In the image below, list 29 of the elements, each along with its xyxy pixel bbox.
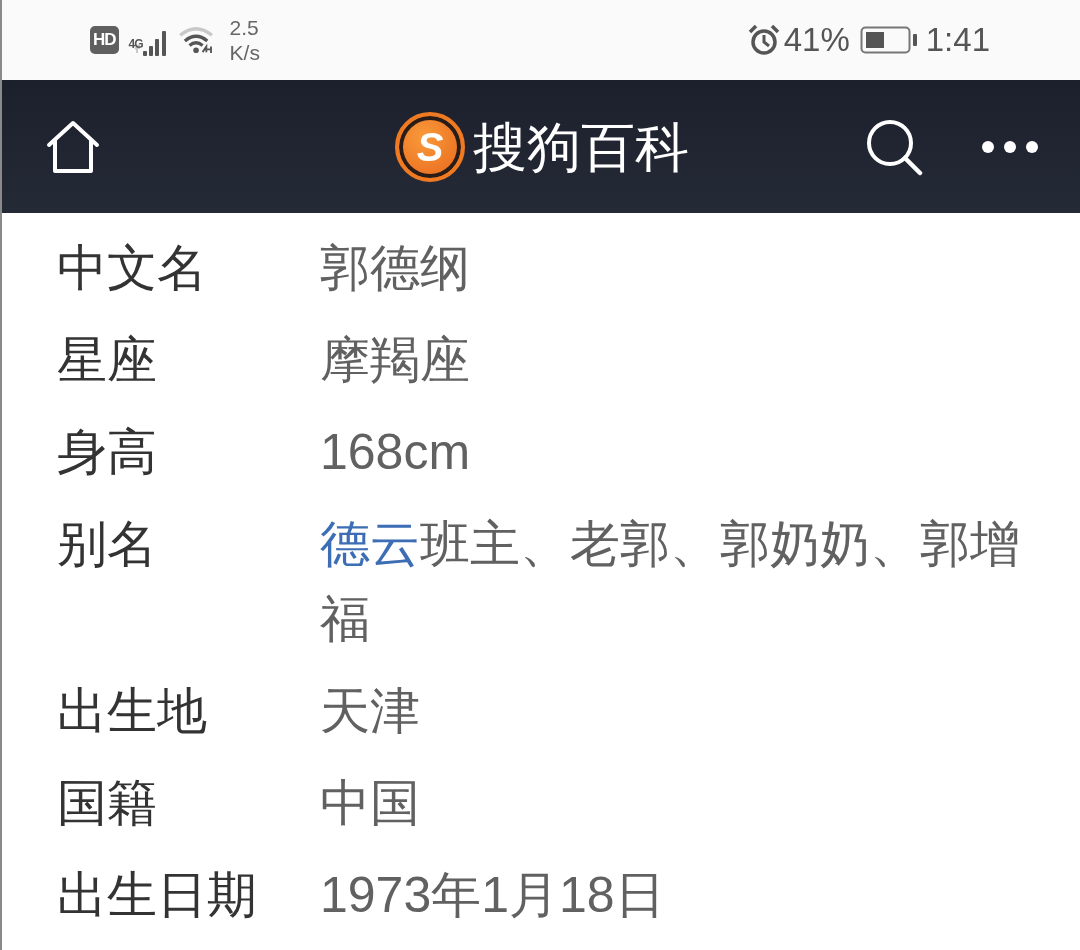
alarm-clock-icon	[747, 24, 780, 56]
field-value: 摩羯座	[320, 331, 471, 390]
hd-indicator: HD	[90, 26, 119, 54]
network-type: 4G	[128, 37, 143, 51]
wifi-icon	[177, 26, 216, 54]
field-value: 德云班主、老郭、郭奶奶、郭增福	[320, 515, 1021, 649]
field-label: 星座	[57, 331, 158, 390]
field-value: 天津	[320, 682, 421, 741]
logo: S	[395, 111, 465, 182]
field-label: 别名	[57, 515, 158, 574]
field-value: 郭德纲	[320, 239, 471, 298]
field-value: 1973年1月18日	[320, 866, 666, 925]
field-label: 国籍	[57, 774, 158, 833]
text-link[interactable]: 德云	[320, 516, 420, 572]
battery-percentage: 41%	[783, 21, 850, 59]
field-label: 身高	[57, 423, 158, 482]
home-icon[interactable]	[45, 118, 101, 175]
network-speed: 2.5	[229, 15, 260, 40]
field-label: 出生地	[57, 682, 208, 741]
speed-unit: K/s	[229, 40, 260, 65]
battery-icon	[859, 26, 918, 54]
field-label: 中文名	[57, 239, 208, 298]
site-title: 搜狗百科	[473, 115, 689, 179]
field-label: 出生日期	[57, 866, 258, 925]
more-icon[interactable]	[981, 139, 1039, 154]
clock-time: 1:41	[925, 21, 990, 59]
field-value: 中国	[320, 774, 421, 833]
search-icon[interactable]	[865, 117, 923, 176]
field-value: 168cm	[320, 423, 472, 482]
